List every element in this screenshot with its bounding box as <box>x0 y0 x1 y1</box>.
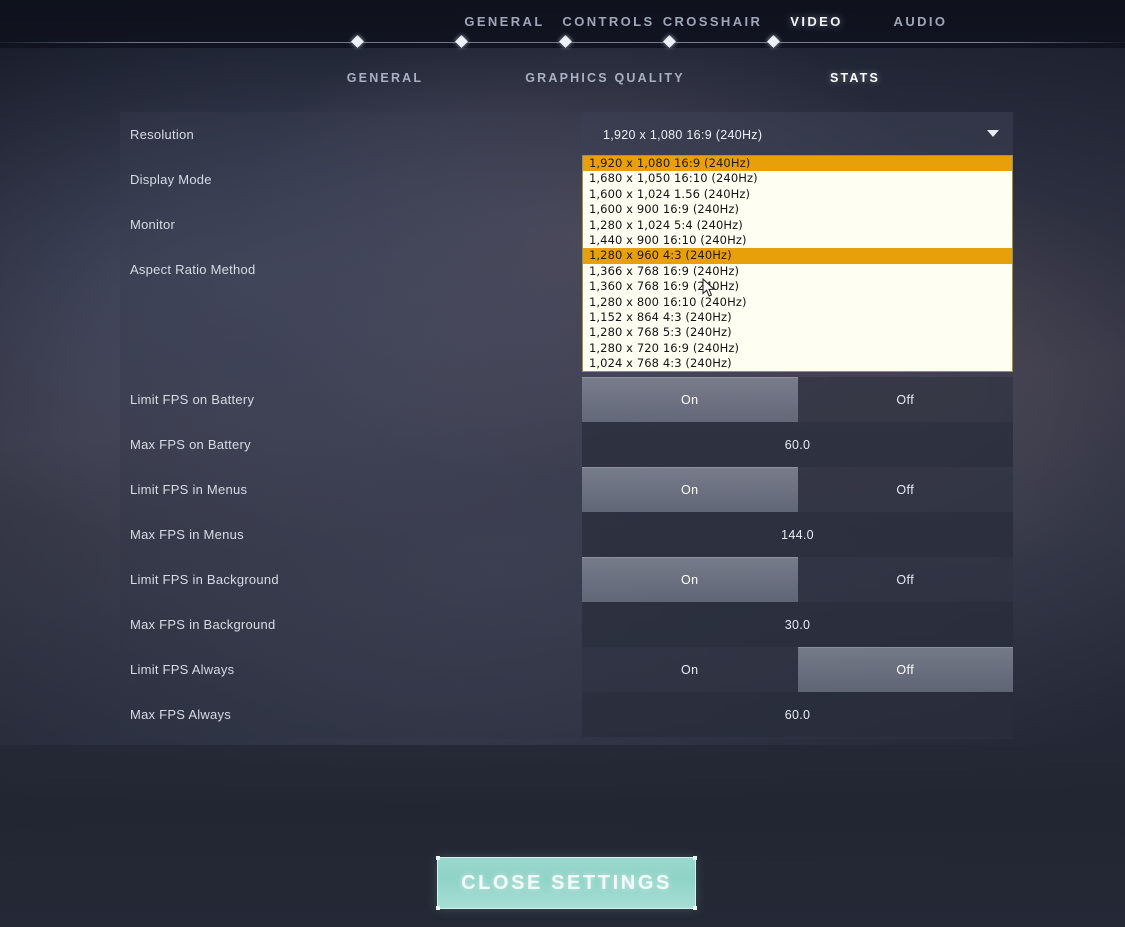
setting-label-max-fps-always: Max FPS Always <box>130 707 232 722</box>
toggle-group-limit-fps-in-background: On Off <box>582 557 1013 602</box>
setting-row-resolution: Resolution 1,920 x 1,080 16:9 (240Hz) <box>120 112 1013 157</box>
tab-audio-label: AUDIO <box>893 13 948 29</box>
setting-value-max-fps-in-background[interactable]: 30.0 <box>582 602 1013 647</box>
toggle-off-limit-fps-always[interactable]: Off <box>797 647 1013 692</box>
resolution-option[interactable]: 1,280 x 960 4:3 (240Hz) <box>583 248 1012 264</box>
resolution-option[interactable]: 1,024 x 768 4:3 (240Hz) <box>583 356 1012 371</box>
sub-navigation-bar: GENERAL GRAPHICS QUALITY STATS <box>0 62 1125 94</box>
toggle-on-limit-fps-in-background[interactable]: On <box>582 557 798 602</box>
setting-label-max-fps-in-menus: Max FPS in Menus <box>130 527 244 542</box>
setting-value-max-fps-on-battery[interactable]: 60.0 <box>582 422 1013 467</box>
tab-general-label: GENERAL <box>464 13 545 29</box>
resolution-option[interactable]: 1,280 x 1,024 5:4 (240Hz) <box>583 218 1012 233</box>
button-corner-tl-icon <box>436 856 440 860</box>
toggle-off-limit-fps-on-battery[interactable]: Off <box>798 377 1014 422</box>
tab-controls-label: CONTROLS <box>562 13 655 29</box>
close-settings-label: CLOSE SETTINGS <box>461 871 672 894</box>
setting-label-max-fps-in-background: Max FPS in Background <box>130 617 276 632</box>
tab-general[interactable]: GENERAL <box>453 14 557 29</box>
setting-label-aspect-ratio-method: Aspect Ratio Method <box>130 262 256 277</box>
setting-label-limit-fps-in-menus: Limit FPS in Menus <box>130 482 248 497</box>
resolution-dropdown-value: 1,920 x 1,080 16:9 (240Hz) <box>603 127 763 142</box>
setting-label-display-mode: Display Mode <box>130 172 212 187</box>
resolution-dropdown-button[interactable]: 1,920 x 1,080 16:9 (240Hz) <box>582 112 1013 157</box>
close-settings-button[interactable]: CLOSE SETTINGS <box>436 856 697 910</box>
resolution-option[interactable]: 1,280 x 720 16:9 (240Hz) <box>583 341 1012 356</box>
toggle-on-limit-fps-always[interactable]: On <box>582 647 798 692</box>
tab-crosshair[interactable]: CROSSHAIR <box>661 14 765 29</box>
resolution-option[interactable]: 1,440 x 900 16:10 (240Hz) <box>583 233 1012 248</box>
resolution-option[interactable]: 1,920 x 1,080 16:9 (240Hz) <box>583 156 1012 172</box>
resolution-option[interactable]: 1,680 x 1,050 16:10 (240Hz) <box>583 171 1012 186</box>
setting-label-limit-fps-in-background: Limit FPS in Background <box>130 572 279 587</box>
toggle-on-limit-fps-in-menus[interactable]: On <box>582 467 798 512</box>
toggle-group-limit-fps-in-menus: On Off <box>582 467 1013 512</box>
setting-row-max-fps-in-background: Max FPS in Background 30.0 <box>120 602 1013 647</box>
toggle-off-limit-fps-in-menus[interactable]: Off <box>798 467 1014 512</box>
video-settings-panel: Resolution 1,920 x 1,080 16:9 (240Hz) Di… <box>120 112 1013 739</box>
setting-row-max-fps-always: Max FPS Always 60.0 <box>120 692 1013 737</box>
button-corner-br-icon <box>693 906 697 910</box>
resolution-option[interactable]: 1,600 x 1,024 1.56 (240Hz) <box>583 187 1012 202</box>
toggle-off-limit-fps-in-background[interactable]: Off <box>798 557 1014 602</box>
tab-video[interactable]: VIDEO <box>765 14 869 29</box>
setting-row-limit-fps-in-background: Limit FPS in Background On Off <box>120 557 1013 602</box>
toggle-group-limit-fps-on-battery: On Off <box>582 377 1013 422</box>
setting-label-limit-fps-always: Limit FPS Always <box>130 662 235 677</box>
subtab-general-label: GENERAL <box>346 71 424 85</box>
tab-controls[interactable]: CONTROLS <box>557 14 661 29</box>
setting-row-limit-fps-on-battery: Limit FPS on Battery On Off <box>120 377 1013 422</box>
setting-row-limit-fps-always: Limit FPS Always On Off <box>120 647 1013 692</box>
resolution-option[interactable]: 1,280 x 800 16:10 (240Hz) <box>583 295 1012 310</box>
resolution-option[interactable]: 1,600 x 900 16:9 (240Hz) <box>583 202 1012 217</box>
setting-row-max-fps-in-menus: Max FPS in Menus 144.0 <box>120 512 1013 557</box>
setting-label-limit-fps-on-battery: Limit FPS on Battery <box>130 392 255 407</box>
tab-crosshair-label: CROSSHAIR <box>662 13 763 29</box>
tab-video-label: VIDEO <box>790 13 843 29</box>
resolution-option[interactable]: 1,152 x 864 4:3 (240Hz) <box>583 310 1012 325</box>
subtab-graphics-quality[interactable]: GRAPHICS QUALITY <box>475 71 735 85</box>
setting-label-max-fps-on-battery: Max FPS on Battery <box>130 437 251 452</box>
resolution-option[interactable]: 1,366 x 768 16:9 (240Hz) <box>583 264 1012 279</box>
subtab-stats-label: STATS <box>829 71 881 85</box>
setting-label-resolution: Resolution <box>130 127 194 142</box>
setting-row-limit-fps-in-menus: Limit FPS in Menus On Off <box>120 467 1013 512</box>
chevron-down-icon <box>987 130 999 137</box>
resolution-dropdown-list[interactable]: 1,920 x 1,080 16:9 (240Hz) 1,680 x 1,050 … <box>582 155 1013 373</box>
resolution-option[interactable]: 1,280 x 768 5:3 (240Hz) <box>583 325 1012 340</box>
subtab-stats[interactable]: STATS <box>765 71 945 85</box>
button-corner-bl-icon <box>436 906 440 910</box>
toggle-on-limit-fps-on-battery[interactable]: On <box>582 377 798 422</box>
top-navigation-bar: GENERAL CONTROLS CROSSHAIR VIDEO AUDIO <box>0 0 1125 48</box>
resolution-option[interactable]: 1,360 x 768 16:9 (240Hz) <box>583 279 1012 294</box>
setting-label-monitor: Monitor <box>130 217 176 232</box>
toggle-group-limit-fps-always: On Off <box>582 647 1013 692</box>
subtab-graphics-quality-label: GRAPHICS QUALITY <box>525 71 685 85</box>
tab-audio[interactable]: AUDIO <box>869 14 973 29</box>
setting-row-max-fps-on-battery: Max FPS on Battery 60.0 <box>120 422 1013 467</box>
top-navigation-items: GENERAL CONTROLS CROSSHAIR VIDEO AUDIO <box>0 0 1125 42</box>
setting-value-max-fps-in-menus[interactable]: 144.0 <box>582 512 1013 557</box>
button-corner-tr-icon <box>693 856 697 860</box>
subtab-general[interactable]: GENERAL <box>295 71 475 85</box>
setting-value-max-fps-always[interactable]: 60.0 <box>582 692 1013 737</box>
